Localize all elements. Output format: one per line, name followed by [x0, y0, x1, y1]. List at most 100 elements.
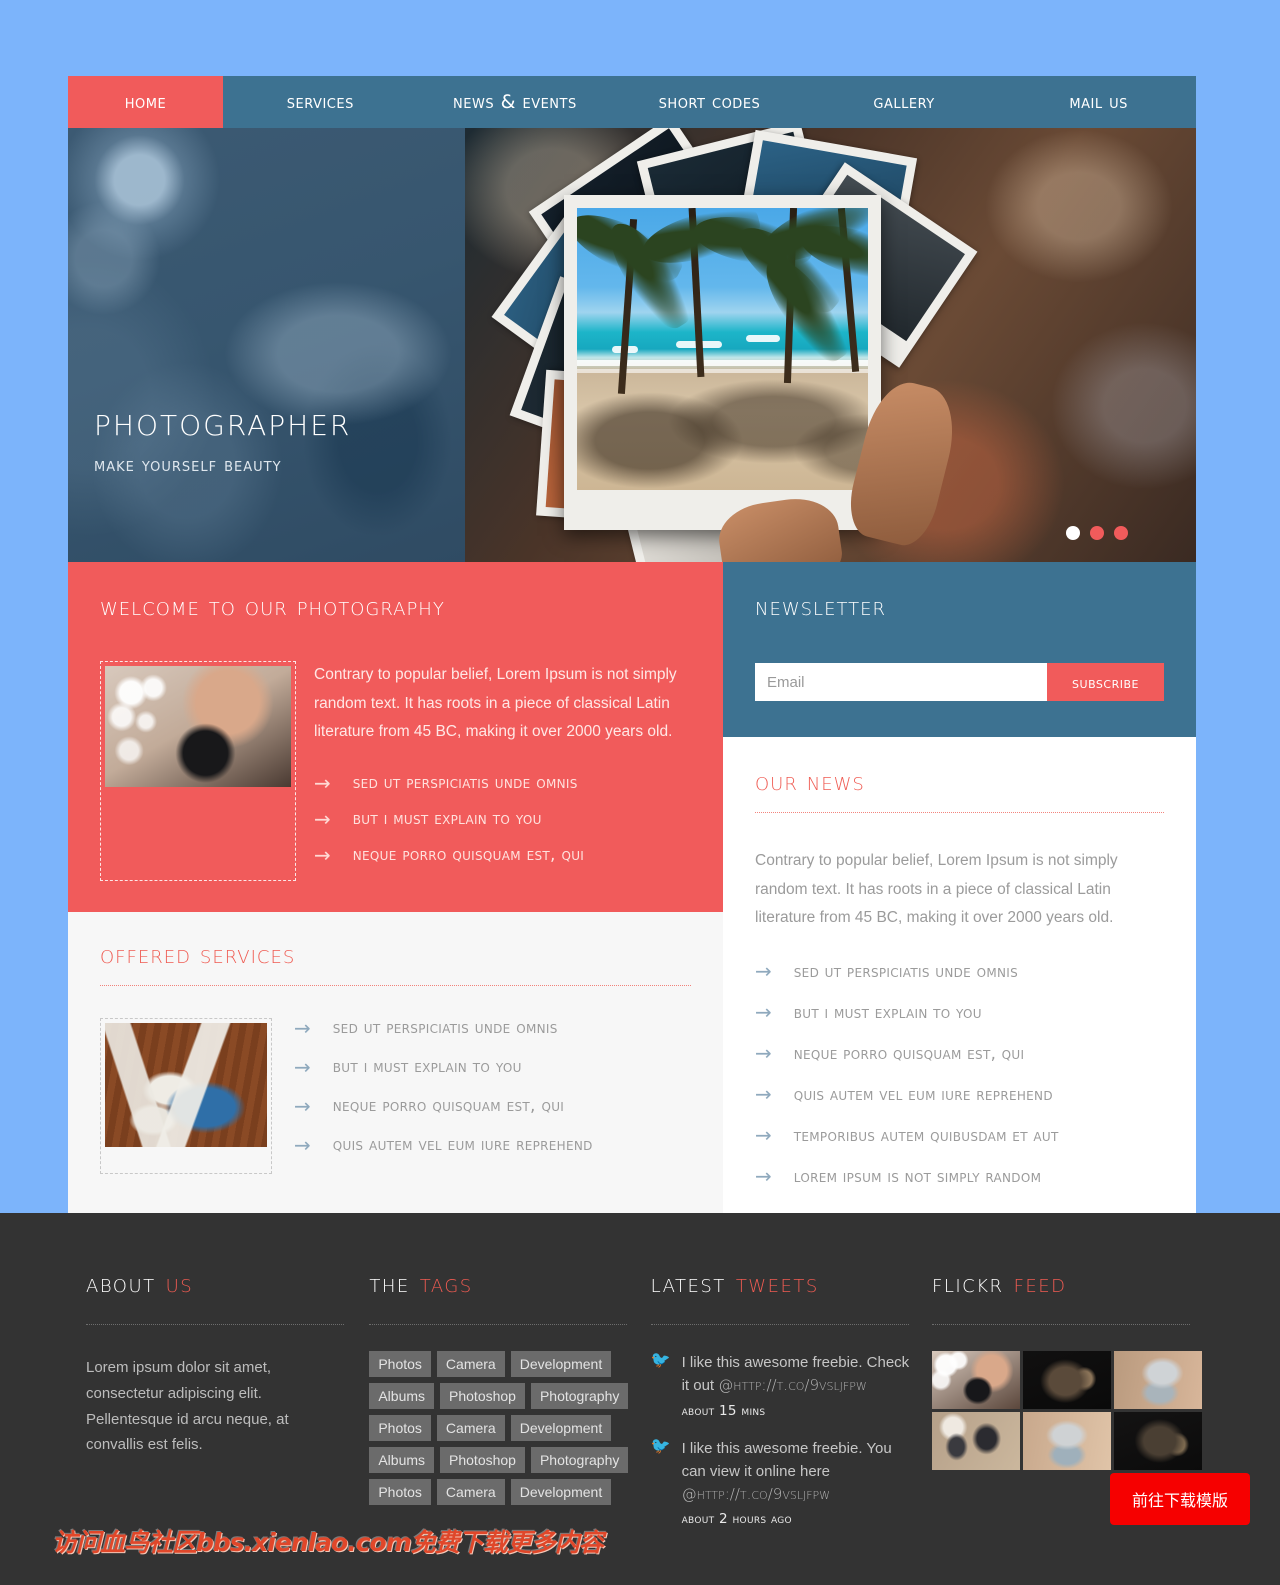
slider-dots: [1066, 526, 1128, 540]
left-column: Welcome to our Photography Contrary to p…: [68, 562, 723, 1247]
list-item[interactable]: → Neque porro quisquam est, qui: [755, 1043, 1164, 1063]
tweet-link[interactable]: @http://t.co/9vslJfpw: [718, 1376, 866, 1394]
list-item-label: Quis autem vel eum iure reprehend: [332, 1135, 593, 1155]
download-template-button[interactable]: 前往下载模版: [1109, 1473, 1250, 1525]
welcome-body: Contrary to popular belief, Lorem Ipsum …: [100, 661, 691, 882]
about-text: Lorem ipsum dolor sit amet, consectetur …: [86, 1359, 289, 1454]
flickr-thumb-rangefinder-camera-reflection[interactable]: [1022, 1412, 1111, 1470]
news-heading: Our News: [755, 767, 865, 796]
list-item-label: Sed ut perspiciatis unde omnis: [352, 773, 578, 794]
list-item[interactable]: → But I must explain to you: [755, 1002, 1164, 1022]
tag-item[interactable]: Photos: [369, 1351, 431, 1377]
tweet-body: I like this awesome freebie. Check it ou…: [682, 1351, 914, 1419]
tweet-list: 🐦 I like this awesome freebie. Check it …: [651, 1351, 932, 1527]
list-item[interactable]: → Lorem ipsum is not simply random: [755, 1166, 1164, 1186]
flickr-thumb-photographer-portrait[interactable]: [931, 1351, 1020, 1409]
arrow-right-icon: →: [314, 843, 331, 868]
main-navigation: Home Services News & Events Short Codes …: [68, 76, 1196, 128]
nav-item-news-events[interactable]: News & Events: [418, 76, 613, 128]
list-item-label: But I must explain to you: [352, 809, 542, 830]
list-item[interactable]: → Neque porro quisquam est, qui: [314, 845, 691, 865]
list-item[interactable]: → Neque porro quisquam est, qui: [294, 1096, 593, 1116]
arrow-right-icon: →: [314, 807, 331, 832]
tag-item[interactable]: Development: [510, 1479, 612, 1505]
list-item[interactable]: → But I must explain to you: [294, 1057, 593, 1077]
tag-item[interactable]: Camera: [436, 1415, 505, 1441]
flickr-thumb-antique-bellows-camera[interactable]: [1113, 1412, 1202, 1470]
list-item[interactable]: → Quis autem vel eum iure reprehend: [755, 1084, 1164, 1104]
flickr-title-word-2: Feed: [1013, 1269, 1067, 1298]
tags-title-word-1: The: [369, 1269, 410, 1298]
the-tags-title: The Tags: [369, 1269, 650, 1298]
tag-item[interactable]: Photography: [530, 1447, 629, 1473]
email-input[interactable]: [755, 663, 1047, 701]
welcome-text-block: Contrary to popular belief, Lorem Ipsum …: [314, 661, 691, 881]
footer-about-column: About Us Lorem ipsum dolor sit amet, cons…: [86, 1269, 369, 1545]
list-item-label: Neque porro quisquam est, qui: [793, 1043, 1025, 1063]
list-item[interactable]: → Sed ut perspiciatis unde omnis: [314, 773, 691, 793]
slider-dot-3[interactable]: [1114, 526, 1128, 540]
nav-item-home[interactable]: Home: [68, 76, 223, 128]
tweet-message: I like this awesome freebie. You can vie…: [681, 1439, 892, 1480]
tweet-timestamp: About 2 hours ago: [681, 1511, 792, 1528]
nav-item-mail-us[interactable]: Mail Us: [1001, 76, 1196, 128]
footer-tags-column: The Tags Photos Camera Development Albums…: [369, 1269, 650, 1545]
arrow-right-icon: →: [314, 771, 331, 796]
nav-item-services[interactable]: Services: [223, 76, 418, 128]
tag-item[interactable]: Photos: [369, 1415, 431, 1441]
arrow-right-icon: →: [755, 1164, 772, 1189]
offered-services-section: Offered Services → Sed ut perspiciatis un…: [68, 912, 723, 1214]
slider-dot-2[interactable]: [1090, 526, 1104, 540]
newsletter-form: Subscribe: [755, 663, 1164, 701]
twitter-bird-icon: 🐦: [650, 1352, 671, 1369]
tag-item[interactable]: Photoshop: [440, 1447, 525, 1473]
hero-subtitle: Make Yourself Beauty: [94, 454, 282, 476]
tag-item[interactable]: Photoshop: [440, 1383, 525, 1409]
list-item[interactable]: → Quis autem vel eum iure reprehend: [294, 1135, 593, 1155]
flickr-thumb-silver-rangefinder-camera[interactable]: [1113, 1351, 1202, 1409]
services-image-frame: [100, 1018, 272, 1174]
flickr-thumb-vintage-folding-camera[interactable]: [1022, 1351, 1111, 1409]
list-item[interactable]: → Sed ut perspiciatis unde omnis: [294, 1018, 593, 1038]
list-item-label: Quis autem vel eum iure reprehend: [793, 1084, 1053, 1104]
list-item-label: Temporibus autem quibusdam et aut: [793, 1125, 1059, 1145]
tag-item[interactable]: Photography: [530, 1383, 629, 1409]
welcome-image-frame: [100, 661, 296, 882]
list-item-label: Sed ut perspiciatis unde omnis: [793, 961, 1019, 981]
tag-item[interactable]: Development: [510, 1351, 612, 1377]
services-bullet-list: → Sed ut perspiciatis unde omnis → But I m…: [294, 1018, 593, 1174]
services-divider: [100, 985, 691, 986]
tweet-link[interactable]: @http://t.co/9vslJfpw: [682, 1485, 830, 1503]
tag-item[interactable]: Albums: [369, 1447, 435, 1473]
tag-item[interactable]: Camera: [436, 1351, 505, 1377]
list-item[interactable]: → Temporibus autem quibusdam et aut: [755, 1125, 1164, 1145]
list-item[interactable]: → But I must explain to you: [314, 809, 691, 829]
about-title-word-1: About: [86, 1269, 156, 1298]
tag-item[interactable]: Development: [510, 1415, 612, 1441]
arrow-right-icon: →: [755, 1041, 772, 1066]
subscribe-button[interactable]: Subscribe: [1047, 663, 1164, 701]
welcome-bullet-list: → Sed ut perspiciatis unde omnis → But I m…: [314, 773, 691, 865]
newsletter-section: Newsletter Subscribe: [723, 562, 1196, 737]
flickr-thumb-camera-accessories-flatlay[interactable]: [931, 1412, 1020, 1470]
flickr-divider: [931, 1324, 1190, 1325]
nav-label: Services: [286, 91, 354, 113]
tag-item[interactable]: Photos: [369, 1479, 431, 1505]
newsletter-heading: Newsletter: [755, 592, 887, 621]
tag-item[interactable]: Camera: [436, 1479, 505, 1505]
site-container: Home Services News & Events Short Codes …: [68, 76, 1196, 1248]
nav-item-gallery[interactable]: Gallery: [807, 76, 1002, 128]
nav-item-short-codes[interactable]: Short Codes: [612, 76, 807, 128]
list-item[interactable]: → Sed ut perspiciatis unde omnis: [755, 961, 1164, 981]
list-item-label: Neque porro quisquam est, qui: [332, 1096, 565, 1116]
nav-label: News & Events: [453, 91, 577, 113]
site-watermark: 访问血鸟社区bbs.xienlao.com免费下载更多内容: [52, 1528, 604, 1557]
slider-dot-1[interactable]: [1066, 526, 1080, 540]
photographer-portrait-image: [105, 666, 291, 787]
site-footer: About Us Lorem ipsum dolor sit amet, cons…: [0, 1213, 1280, 1585]
nav-label: Short Codes: [658, 91, 761, 113]
hero-left-panel: Photographer Make Yourself Beauty: [68, 128, 465, 562]
list-item-label: But I must explain to you: [793, 1002, 982, 1022]
news-bullet-list: → Sed ut perspiciatis unde omnis → But I m…: [755, 961, 1164, 1186]
tag-item[interactable]: Albums: [369, 1383, 435, 1409]
